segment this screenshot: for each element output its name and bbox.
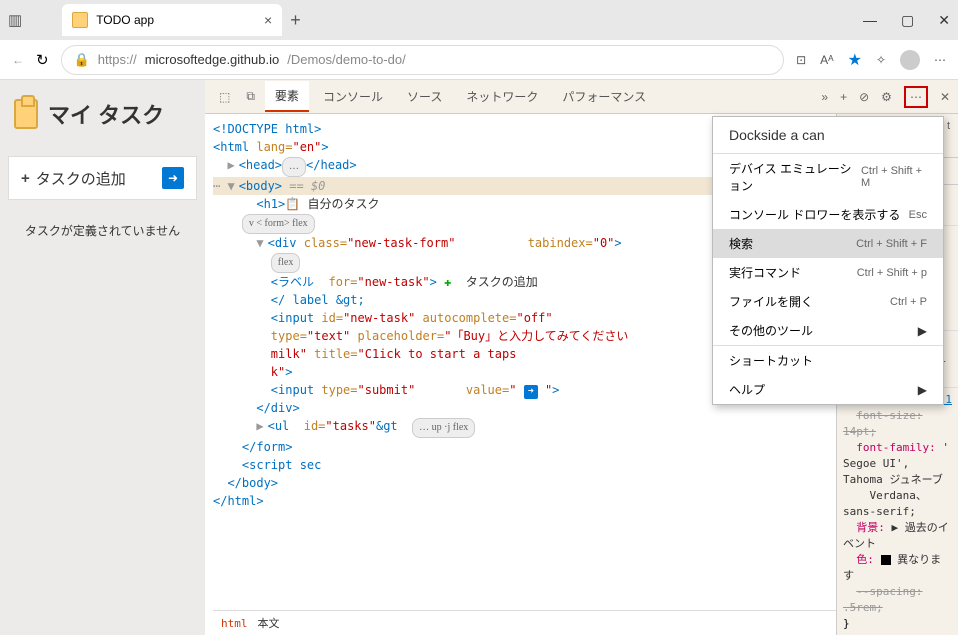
- browser-tab[interactable]: TODO app ×: [62, 4, 282, 36]
- form-pill: v < form> flex: [242, 214, 315, 234]
- tab-sources[interactable]: ソース: [397, 82, 452, 111]
- lock-icon: 🔒: [74, 52, 90, 68]
- url-input[interactable]: 🔒 https:// microsoftedge.github.io/Demos/…: [61, 45, 785, 75]
- favorite-icon[interactable]: ★: [848, 50, 862, 70]
- devtools-context-menu: Dockside a can デバイス エミュレーションCtrl + Shift…: [712, 116, 944, 405]
- minimize-button[interactable]: —: [863, 12, 877, 29]
- close-devtools-icon[interactable]: ✕: [940, 90, 950, 104]
- titlebar: ▥ TODO app × + — ▢ ✕: [0, 0, 958, 40]
- url-path: /Demos/demo-to-do/: [287, 52, 406, 67]
- form-close: </form>: [242, 440, 293, 454]
- body-close: </body>: [227, 476, 278, 490]
- menu-item[interactable]: デバイス エミュレーションCtrl + Shift + M: [713, 154, 943, 200]
- ul-tag[interactable]: <ul id="tasks"&gt: [268, 419, 398, 433]
- add-tab-icon[interactable]: +: [840, 90, 847, 104]
- devtools-tabs: ⬚ ⧉ 要素 コンソール ソース ネットワーク パフォーマンス » + ⊘ ⚙ …: [205, 80, 958, 114]
- new-tab-button[interactable]: +: [290, 10, 301, 31]
- h1-tag[interactable]: <h1>: [256, 197, 285, 211]
- label-close: </ label &gt;: [271, 293, 365, 307]
- tab-performance[interactable]: パフォーマンス: [552, 82, 656, 111]
- issues-icon[interactable]: ⊘: [859, 90, 869, 104]
- close-tab-icon[interactable]: ×: [264, 12, 272, 28]
- menu-title: Dockside a can: [713, 117, 943, 153]
- page-title-text: マイ タスク: [48, 98, 164, 130]
- collections-icon[interactable]: ✧: [876, 53, 886, 67]
- submit-input[interactable]: <input type="submit" value=" ➜ ">: [271, 383, 560, 397]
- gear-icon[interactable]: ⚙: [881, 90, 892, 104]
- plus-icon: +: [21, 170, 30, 187]
- html-tag[interactable]: <html lang="en">: [213, 140, 329, 154]
- menu-item[interactable]: ショートカット: [713, 346, 943, 375]
- tab-network[interactable]: ネットワーク: [456, 82, 548, 111]
- html-close: </html>: [213, 494, 264, 508]
- script-tag[interactable]: <script sec: [242, 458, 321, 472]
- page-title: マイ タスク: [0, 80, 205, 148]
- address-bar: ← ↻ 🔒 https:// microsoftedge.github.io/De…: [0, 40, 958, 80]
- more-tabs-icon[interactable]: »: [821, 90, 828, 104]
- page-preview: マイ タスク + タスクの追加 ➜ タスクが定義されていません: [0, 80, 205, 635]
- div-close: </div>: [256, 401, 299, 415]
- no-tasks-message: タスクが定義されていません: [0, 208, 205, 253]
- favicon-icon: [72, 12, 88, 28]
- doctype: <!DOCTYPE html>: [213, 122, 321, 136]
- refresh-button[interactable]: ↻: [36, 51, 49, 69]
- more-options-icon[interactable]: ⋯: [904, 86, 928, 108]
- menu-item[interactable]: コンソール ドロワーを表示するEsc: [713, 200, 943, 229]
- add-task-label: タスクの追加: [36, 168, 126, 189]
- label-tag[interactable]: <ラベル for="new-task">: [271, 275, 437, 289]
- device-icon[interactable]: ⧉: [240, 89, 261, 104]
- text-size-icon[interactable]: Aᴬ: [820, 53, 833, 67]
- add-task-input[interactable]: + タスクの追加 ➜: [8, 156, 197, 200]
- menu-item[interactable]: 検索Ctrl + Shift + F: [713, 229, 943, 258]
- rule-body[interactable]: basecss.1 body { font-size: 14pt; font-f…: [837, 388, 958, 635]
- tab-title: TODO app: [96, 13, 154, 27]
- breadcrumbs[interactable]: html本文: [213, 610, 836, 635]
- inspect-icon[interactable]: ⬚: [213, 90, 236, 104]
- flex-badge: flex: [271, 253, 301, 273]
- menu-item[interactable]: その他のツール▶: [713, 316, 943, 345]
- reader-icon[interactable]: ⊡: [796, 53, 806, 67]
- input-tag[interactable]: <input id="new-task" autocomplete="off": [271, 311, 553, 325]
- menu-item[interactable]: ヘルプ▶: [713, 375, 943, 404]
- tab-console[interactable]: コンソール: [313, 82, 393, 111]
- menu-item[interactable]: 実行コマンドCtrl + Shift + p: [713, 258, 943, 287]
- settings-icon[interactable]: ⋯: [934, 53, 946, 67]
- tab-elements[interactable]: 要素: [265, 81, 309, 112]
- url-host: microsoftedge.github.io: [145, 52, 279, 67]
- profile-icon[interactable]: [900, 50, 920, 70]
- submit-arrow-icon[interactable]: ➜: [162, 167, 184, 189]
- head-tag[interactable]: <head>: [239, 158, 282, 172]
- div-tag[interactable]: <div class="new-task-form" tabindex="0">: [268, 236, 622, 250]
- menu-item[interactable]: ファイルを開くCtrl + P: [713, 287, 943, 316]
- clipboard-icon: [14, 99, 38, 129]
- close-window-button[interactable]: ✕: [938, 12, 950, 29]
- maximize-button[interactable]: ▢: [901, 12, 914, 29]
- back-button[interactable]: ←: [12, 53, 24, 67]
- tabs-overview-icon[interactable]: ▥: [8, 11, 22, 29]
- url-prefix: https://: [98, 52, 137, 67]
